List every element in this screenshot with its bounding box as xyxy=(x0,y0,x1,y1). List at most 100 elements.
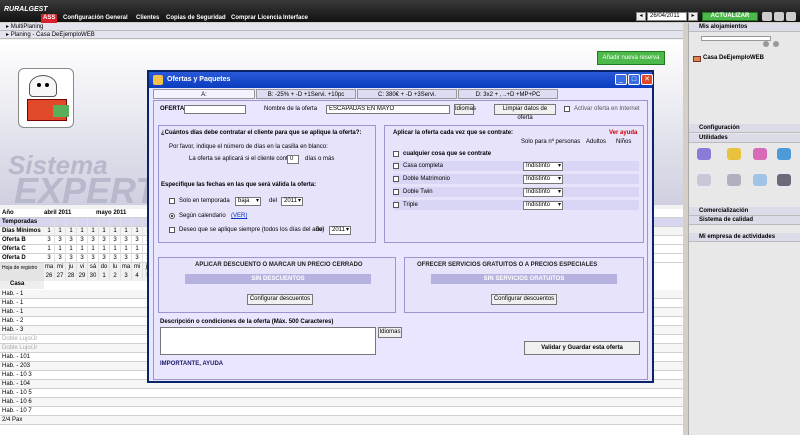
room-row[interactable]: Hab. - 10 7 xyxy=(0,407,683,416)
calendar-cell[interactable]: 3 xyxy=(121,254,132,263)
calendar-cell[interactable]: 1 xyxy=(121,245,132,254)
mail-icon[interactable] xyxy=(753,174,767,186)
section-marketing[interactable]: Comercialización xyxy=(689,207,800,216)
calendar-cell[interactable]: 3 xyxy=(55,254,66,263)
calendar-cell[interactable] xyxy=(77,218,88,227)
minimize-button[interactable]: _ xyxy=(615,74,627,85)
palette-icon[interactable] xyxy=(753,148,767,160)
section-my-lodgings[interactable]: Mis alojamientos xyxy=(689,23,800,32)
languages-button[interactable]: Idiomas xyxy=(454,104,476,115)
room-select[interactable]: Indistinto xyxy=(523,162,563,171)
calendar-cell[interactable]: 1 xyxy=(66,227,77,236)
calendar-cell[interactable]: 1 xyxy=(44,227,55,236)
calendar-cell[interactable]: 3 xyxy=(110,236,121,245)
calendar-next-button[interactable]: ▸ xyxy=(688,12,698,21)
mobile-icon[interactable] xyxy=(777,174,791,186)
house-name[interactable]: Casa DeEjemploWEB xyxy=(703,55,764,61)
calendar-prev-button[interactable]: ◂ xyxy=(636,12,646,21)
always-year-select[interactable]: 2011 xyxy=(329,226,351,235)
calendar-cell[interactable]: 3 xyxy=(99,254,110,263)
room-checkbox[interactable] xyxy=(393,202,399,208)
menu-copias-de-seguridad[interactable]: Copias de Seguridad xyxy=(166,14,226,23)
season-checkbox[interactable] xyxy=(169,198,175,204)
description-languages-button[interactable]: Idiomas xyxy=(378,327,402,338)
calendar-cell[interactable]: 3 xyxy=(44,236,55,245)
tab-a[interactable]: A: xyxy=(153,89,255,99)
room-select[interactable]: Indistinto xyxy=(523,188,563,197)
documents-icon[interactable] xyxy=(697,174,711,186)
calendar-cell[interactable] xyxy=(132,218,143,227)
menu-clientes[interactable]: Clientes xyxy=(136,14,159,23)
add-reservation-button[interactable]: Añadir nueva reserva xyxy=(597,51,665,65)
truck-icon[interactable] xyxy=(786,12,796,21)
calendar-cell[interactable]: 1 xyxy=(55,227,66,236)
calendar-cell[interactable]: 1 xyxy=(99,245,110,254)
calendar-cell[interactable] xyxy=(55,218,66,227)
calendar-cell[interactable] xyxy=(44,218,55,227)
calendar-cell[interactable]: 1 xyxy=(132,245,143,254)
calendar-cell[interactable]: 3 xyxy=(110,254,121,263)
calendar-cell[interactable] xyxy=(121,218,132,227)
menu-interface[interactable]: Interface xyxy=(283,14,308,23)
registry-sheet[interactable]: Hoja de registro xyxy=(0,263,44,281)
close-button[interactable]: ✕ xyxy=(641,74,653,85)
room-row[interactable]: Hab. - 10 5 xyxy=(0,389,683,398)
maximize-button[interactable]: □ xyxy=(628,74,640,85)
season-year-select[interactable]: 2011 xyxy=(281,197,303,206)
calendar-cell[interactable]: 3 xyxy=(99,236,110,245)
room-select[interactable]: Indistinto xyxy=(523,201,563,210)
room-checkbox[interactable] xyxy=(393,163,399,169)
room-checkbox[interactable] xyxy=(393,176,399,182)
section-quality[interactable]: Sistema de calidad xyxy=(689,216,800,225)
tree-item-planing[interactable]: ▸ Planing - Casa DeEjemploWEB xyxy=(0,31,683,39)
calendar-cell[interactable]: 1 xyxy=(44,245,55,254)
calendar-cell[interactable] xyxy=(99,218,110,227)
calendar-cell[interactable]: 3 xyxy=(66,254,77,263)
calendar-cell[interactable]: 3 xyxy=(88,254,99,263)
gear-icon[interactable] xyxy=(727,148,741,160)
room-select[interactable]: Indistinto xyxy=(523,175,563,184)
any-checkbox[interactable] xyxy=(393,151,399,157)
section-activities[interactable]: Mi empresa de actividades xyxy=(689,233,800,242)
section-utilities[interactable]: Utilidades xyxy=(689,134,800,143)
calendar-cell[interactable]: 3 xyxy=(66,236,77,245)
tree-item-multiplaning[interactable]: ▸ MultiPlaning xyxy=(0,23,683,31)
clear-offer-button[interactable]: Limpiar datos de oferta xyxy=(494,104,556,121)
menu-ass[interactable]: ASS xyxy=(41,14,58,23)
season-select[interactable]: baja xyxy=(235,197,261,206)
room-row[interactable]: Hab. - 10 6 xyxy=(0,398,683,407)
save-offer-button[interactable]: Validar y Guardar esta oferta xyxy=(524,341,640,355)
calendar-cell[interactable]: 1 xyxy=(88,227,99,236)
tab-c[interactable]: C: 380€ + -D +3Servi. xyxy=(357,89,457,99)
description-textarea[interactable] xyxy=(160,327,376,355)
calendar-cell[interactable]: 3 xyxy=(55,236,66,245)
always-checkbox[interactable] xyxy=(169,227,175,233)
lodging-search-field[interactable] xyxy=(701,36,771,41)
room-checkbox[interactable] xyxy=(393,189,399,195)
calendar-cell[interactable] xyxy=(88,218,99,227)
update-button[interactable]: ACTUALIZAR xyxy=(702,12,758,21)
tab-b[interactable]: B: -25% + -D +1Servi. +10pc xyxy=(256,89,356,99)
calendar-cell[interactable]: 3 xyxy=(77,254,88,263)
section-config[interactable]: Configuración xyxy=(689,124,800,133)
calendar-cell[interactable]: 1 xyxy=(77,245,88,254)
calendar-cell[interactable]: 1 xyxy=(55,245,66,254)
phone-icon[interactable] xyxy=(762,12,772,21)
date-field[interactable]: 26/04/2011 xyxy=(647,12,687,21)
calendar-cell[interactable] xyxy=(66,218,77,227)
calendar-cell[interactable]: 1 xyxy=(110,245,121,254)
calendar-cell[interactable]: 1 xyxy=(88,245,99,254)
min-days-field[interactable]: 0 xyxy=(287,155,299,164)
menu-configuracion-general[interactable]: Configuración General xyxy=(63,14,128,23)
calendar-radio[interactable] xyxy=(169,213,175,219)
calendar-cell[interactable]: 1 xyxy=(132,227,143,236)
configure-services-button[interactable]: Configurar descuentos xyxy=(491,294,557,305)
calendar-cell[interactable]: 3 xyxy=(77,236,88,245)
calendar-cell[interactable]: 1 xyxy=(77,227,88,236)
menu-comprar-licencia[interactable]: Comprar Licencia xyxy=(231,14,282,23)
brush-icon[interactable] xyxy=(697,148,711,160)
help-link[interactable]: Ver ayuda xyxy=(609,130,637,136)
configure-discount-button[interactable]: Configurar descuentos xyxy=(247,294,313,305)
offer-name-field[interactable]: ESCAPADAS EN MAYO xyxy=(326,105,450,114)
calendar-cell[interactable]: 3 xyxy=(88,236,99,245)
